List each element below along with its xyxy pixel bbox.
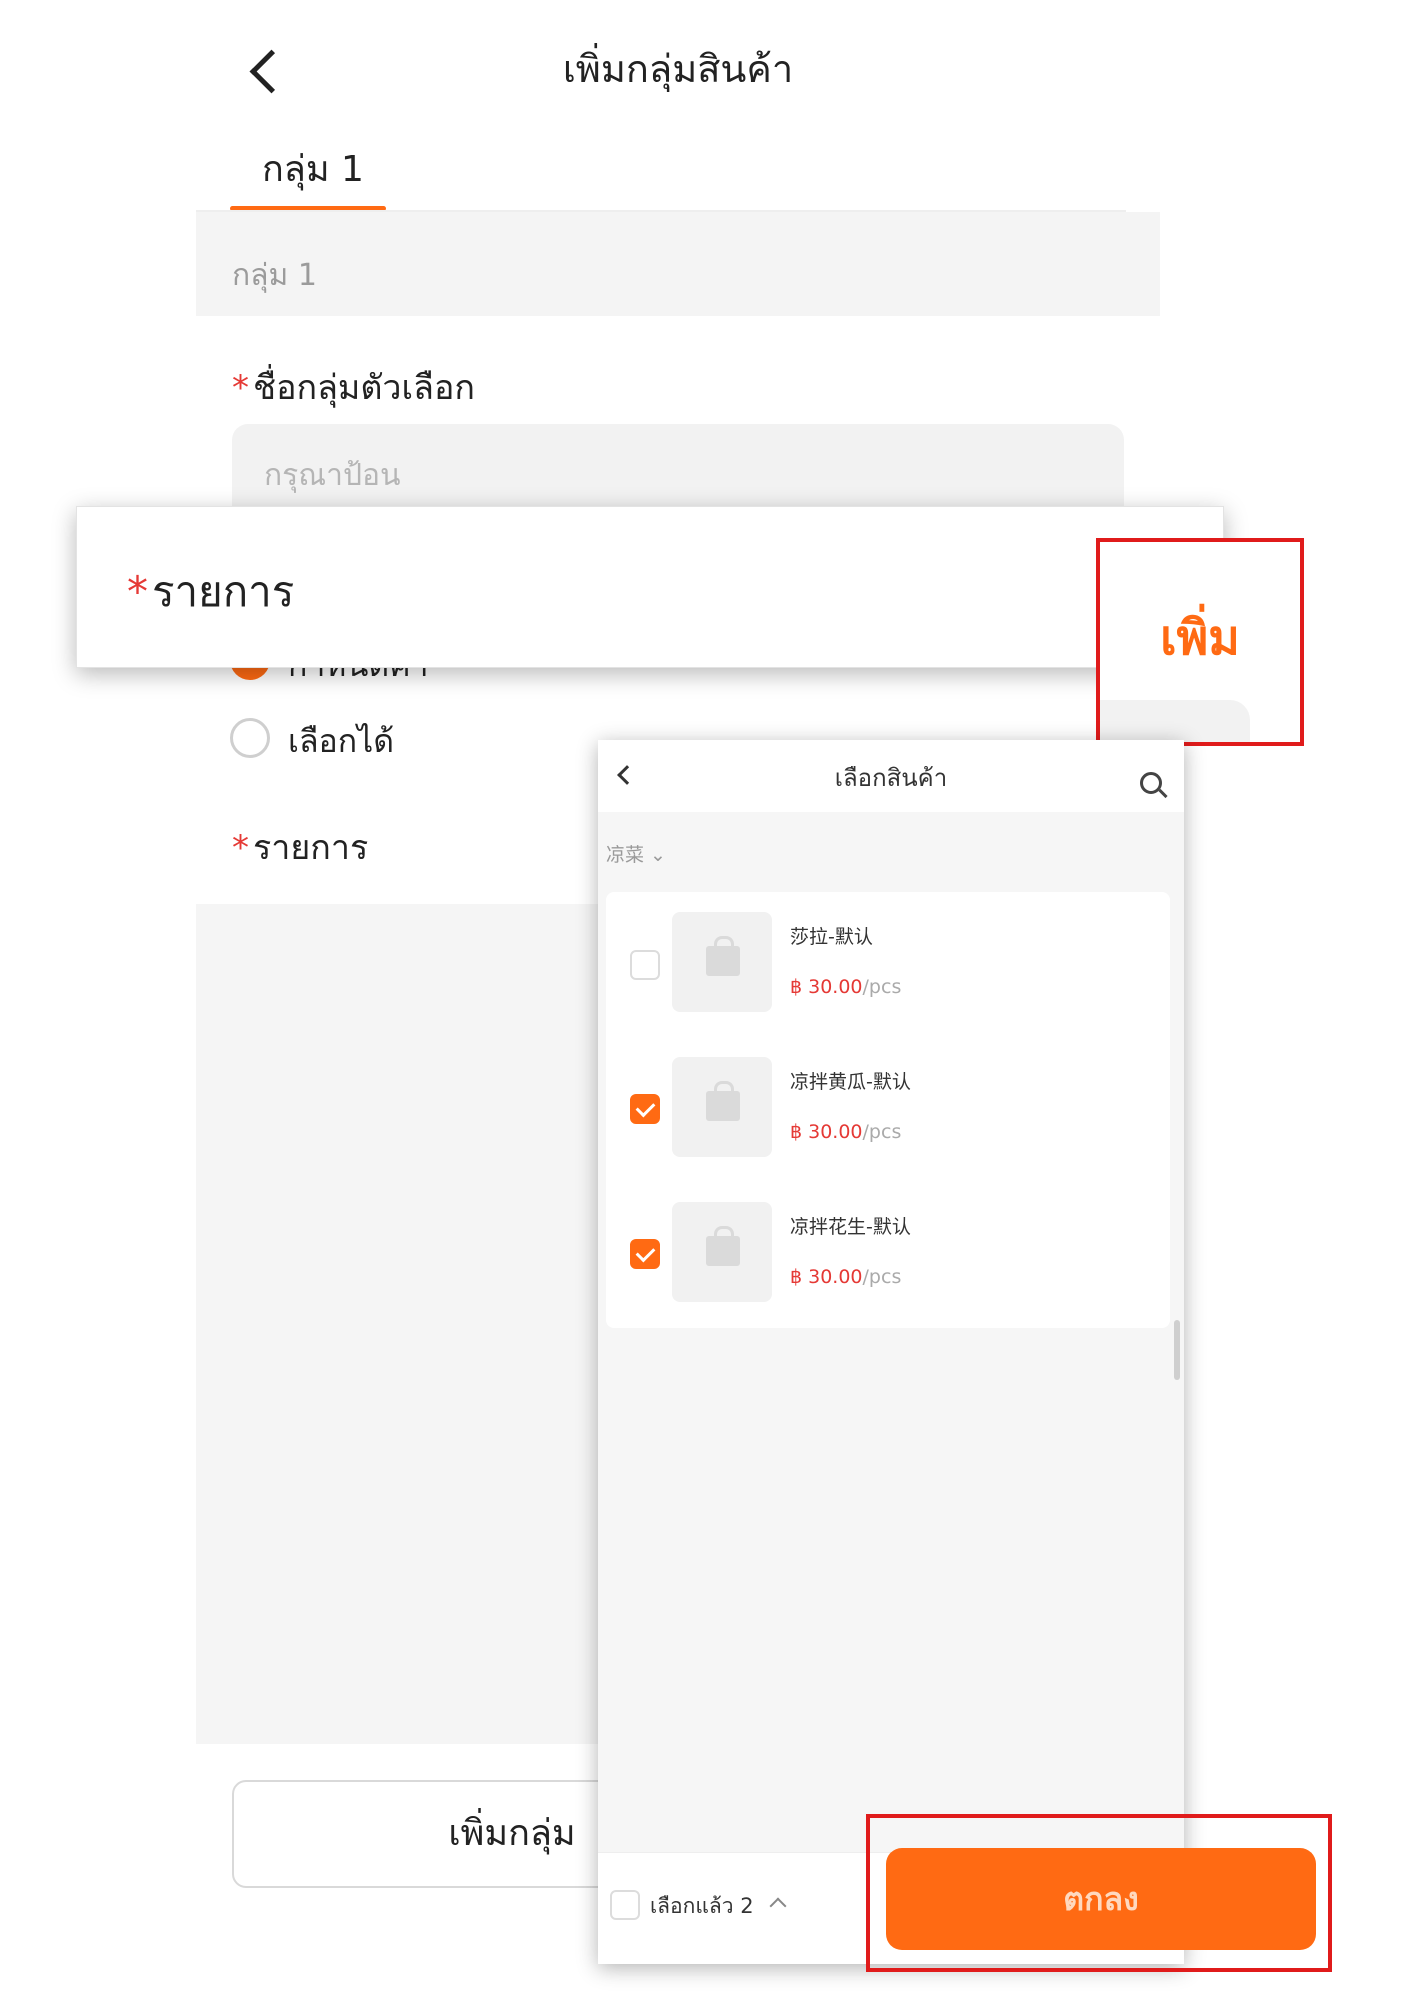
- items-label-text: รายการ: [253, 828, 369, 868]
- zoom-callout-items: *รายการ: [76, 506, 1224, 668]
- product-name: 凉拌黄瓜-默认: [790, 1071, 911, 1093]
- product-price: ฿ 30.00/pcs: [790, 1121, 901, 1143]
- product-name: 凉拌花生-默认: [790, 1216, 911, 1238]
- page-title: เพิ่มกลุ่มสินค้า: [562, 47, 794, 91]
- tab-group-1[interactable]: กลุ่ม 1: [262, 140, 364, 197]
- price-unit: /pcs: [862, 1121, 902, 1143]
- product-row[interactable]: 凉拌花生-默认 ฿ 30.00/pcs: [606, 1182, 1170, 1327]
- highlight-box-confirm: [866, 1814, 1332, 1972]
- price-value: ฿ 30.00: [790, 1266, 863, 1288]
- checkbox-icon[interactable]: [630, 1094, 660, 1124]
- product-thumbnail: [672, 912, 772, 1012]
- group-header-label: กลุ่ม 1: [232, 258, 317, 293]
- price-value: ฿ 30.00: [790, 1121, 863, 1143]
- highlight-box-add: [1096, 538, 1304, 746]
- group-header-strip: [196, 212, 1160, 316]
- product-row[interactable]: 莎拉-默认 ฿ 30.00/pcs: [606, 892, 1170, 1037]
- bag-icon: [706, 1226, 740, 1266]
- picker-title: เลือกสินค้า: [834, 764, 948, 792]
- product-price: ฿ 30.00/pcs: [790, 1266, 901, 1288]
- checkbox-icon[interactable]: [630, 950, 660, 980]
- zoom-items-label: *รายการ: [127, 559, 294, 625]
- product-row[interactable]: 凉拌黄瓜-默认 ฿ 30.00/pcs: [606, 1037, 1170, 1182]
- bag-icon: [706, 936, 740, 976]
- category-filter[interactable]: 凉菜 ⌄: [606, 840, 666, 867]
- selected-count[interactable]: เลือกแล้ว 2: [650, 1890, 754, 1923]
- required-marker: *: [232, 368, 249, 408]
- select-all-checkbox[interactable]: [610, 1890, 640, 1920]
- option-group-name-placeholder: กรุณาป้อน: [264, 458, 401, 493]
- price-unit: /pcs: [862, 976, 902, 998]
- checkbox-icon[interactable]: [630, 1239, 660, 1269]
- required-marker: *: [127, 567, 148, 616]
- zoom-items-label-text: รายการ: [152, 567, 295, 616]
- product-thumbnail: [672, 1202, 772, 1302]
- product-name: 莎拉-默认: [790, 926, 873, 948]
- product-price: ฿ 30.00/pcs: [790, 976, 901, 998]
- required-marker: *: [232, 828, 249, 868]
- product-thumbnail: [672, 1057, 772, 1157]
- option-group-name-text: ชื่อกลุ่มตัวเลือก: [253, 368, 475, 408]
- items-label: * รายการ: [232, 820, 368, 874]
- option-group-name-label: * ชื่อกลุ่มตัวเลือก: [232, 360, 475, 414]
- product-list: 莎拉-默认 ฿ 30.00/pcs 凉拌黄瓜-默认 ฿ 30.00/pcs 凉拌…: [606, 892, 1170, 1328]
- bag-icon: [706, 1081, 740, 1121]
- price-value: ฿ 30.00: [790, 976, 863, 998]
- scrollbar[interactable]: [1174, 1320, 1180, 1380]
- price-unit: /pcs: [862, 1266, 902, 1288]
- radio-optional[interactable]: [230, 718, 270, 758]
- product-picker-panel: เลือกสินค้า 凉菜 ⌄ 莎拉-默认 ฿ 30.00/pcs 凉拌黄瓜-…: [598, 740, 1184, 1964]
- radio-optional-label: เลือกได้: [288, 722, 395, 760]
